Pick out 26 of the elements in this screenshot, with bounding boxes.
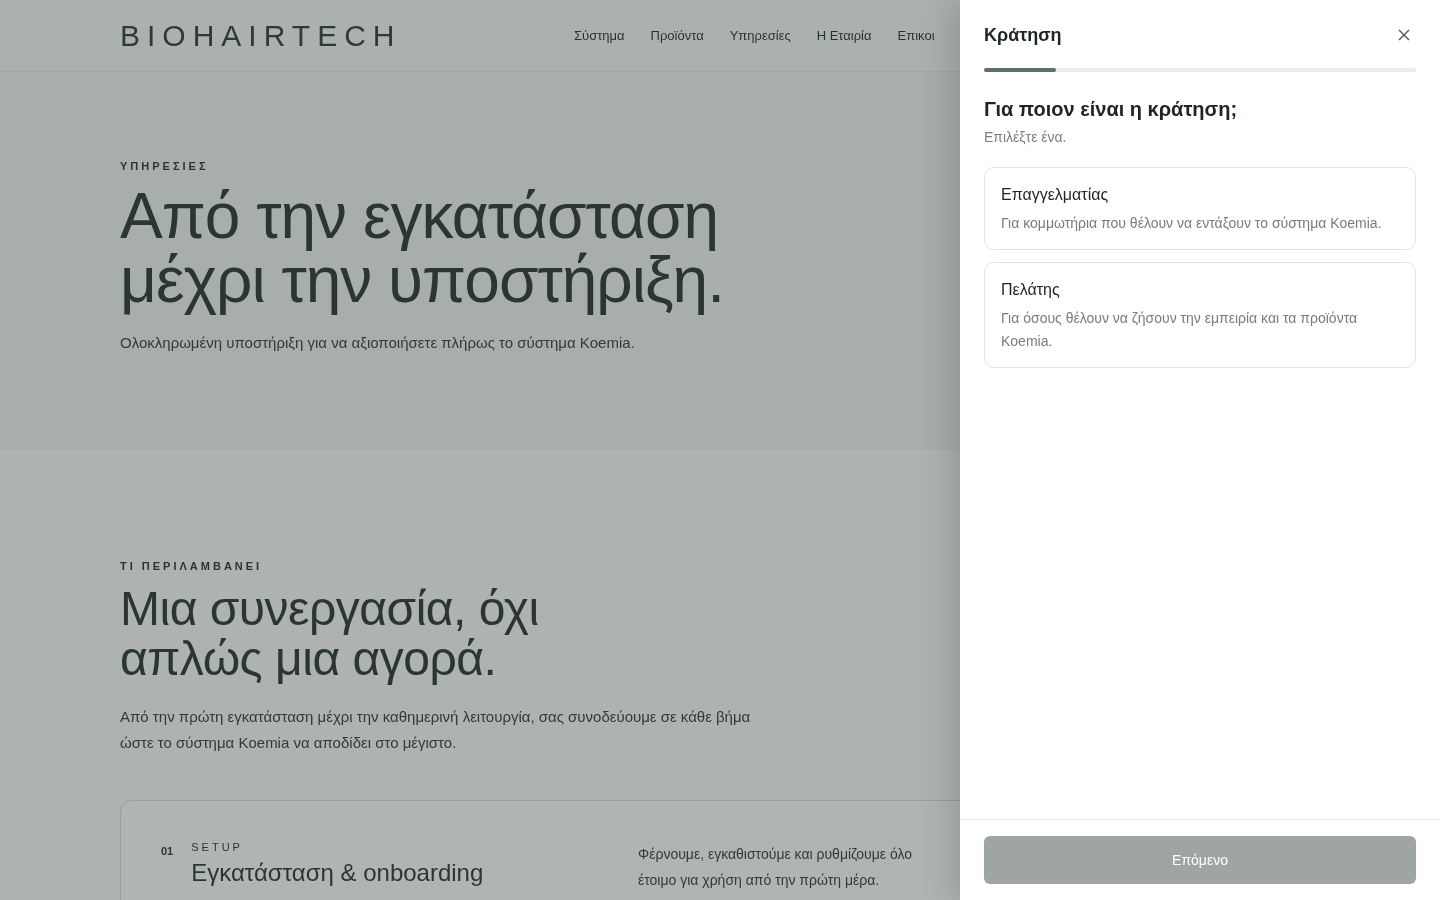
nav-link[interactable]: Σύστημα <box>574 28 625 43</box>
hero-subtitle: Ολοκληρωμένη υποστήριξη για να αξιοποιήσετε πλήρως το σύστημα Koemia. <box>120 334 635 351</box>
close-icon <box>1398 29 1410 41</box>
site-logo[interactable]: BIOHAIRTECH <box>120 18 574 53</box>
section-eyebrow: ΥΠΗΡΕΣΙΕΣ <box>120 160 209 172</box>
option-title: Πελάτης <box>1001 281 1061 299</box>
card-text: έτοιμο για χρήση από την πρώτη μέρα. <box>638 871 880 890</box>
card-number: 01 <box>161 844 174 859</box>
panel-title: Κράτηση <box>984 24 1062 46</box>
option-card[interactable]: Επαγγελματίας Για κομμωτήρια που θέλουν να εντάξουν το σύστημα Koemia. <box>984 167 1416 250</box>
section-text: Από την πρώτη εγκατάσταση μέχρι την καθημερινή λειτουργία, σας συνοδεύουμε σε κάθε βήμα ώστε το σύστημα Koemia να αποδίδει στο μέγιστο. <box>120 707 752 753</box>
hint-text: Επιλέξτε ένα. <box>984 129 1068 145</box>
nav-link[interactable]: Επικοι <box>897 28 935 43</box>
nav-link[interactable]: Υπηρεσίες <box>729 28 791 43</box>
option-description: Για κομμωτήρια που θέλουν να εντάξουν το σύστημα Koemia. <box>1001 214 1383 233</box>
question-heading: Για ποιον είναι η κράτηση; <box>984 98 1239 121</box>
section-eyebrow: ΤΙ ΠΕΡΙΛΑΜΒΑΝΕΙ <box>120 560 263 572</box>
section-heading: Μια συνεργασία, όχι απλώς μια αγορά. <box>120 584 540 684</box>
card-title: Εγκατάσταση & onboarding <box>191 859 484 887</box>
option-card[interactable]: Πελάτης Για όσους θέλουν να ζήσουν την εμπειρία και τα προϊόντα Koemia. <box>984 262 1416 368</box>
nav-link[interactable]: Η Εταιρία <box>816 28 872 43</box>
option-title: Επαγγελματίας <box>1001 186 1110 204</box>
card-text: Φέρνουμε, εγκαθιστούμε και ρυθμίζουμε όλο <box>638 845 913 864</box>
nav-link[interactable]: Προϊόντα <box>650 28 704 43</box>
option-description: Για όσους θέλουν να ζήσουν την εμπειρία και τα προϊόντα Koemia. <box>1001 309 1359 351</box>
card-tag: SETUP <box>191 841 243 853</box>
